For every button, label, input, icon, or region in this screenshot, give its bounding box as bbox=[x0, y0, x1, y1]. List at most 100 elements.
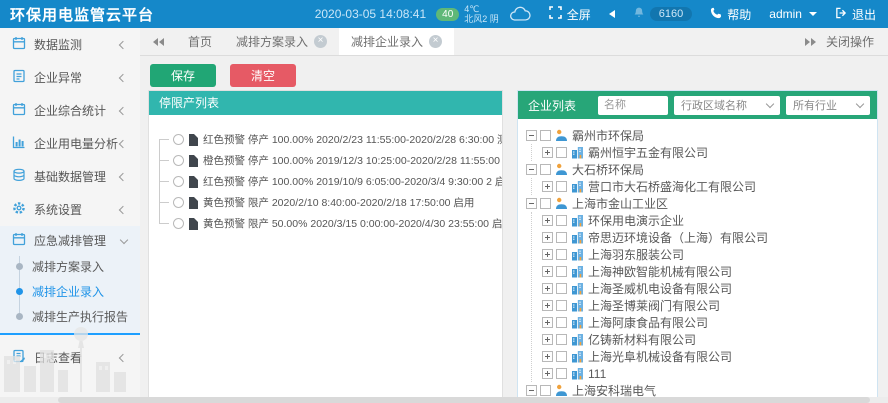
expand-toggle-icon[interactable] bbox=[542, 368, 553, 379]
company-tree-item[interactable]: 大石桥环保局 bbox=[526, 161, 877, 178]
collapse-toggle-icon[interactable] bbox=[526, 130, 537, 141]
radio-icon[interactable] bbox=[173, 176, 184, 187]
company-tree-item[interactable]: 上海光阜机械设备有限公司 bbox=[542, 348, 877, 365]
tab-label: 首页 bbox=[188, 33, 212, 50]
collapse-toggle-icon[interactable] bbox=[526, 385, 537, 396]
logout-button[interactable]: 退出 bbox=[835, 6, 876, 23]
expand-toggle-icon[interactable] bbox=[542, 317, 553, 328]
collapse-toggle-icon[interactable] bbox=[526, 198, 537, 209]
building-icon bbox=[571, 350, 584, 363]
plan-tree-item[interactable]: 橙色预警 停产 100.00% 2019/12/3 10:25:00-2020/… bbox=[159, 150, 502, 171]
gear-icon bbox=[12, 201, 26, 218]
sidebar-item-company-stats[interactable]: 企业综合统计 bbox=[0, 94, 140, 127]
plan-tree-item[interactable]: 黄色预警 限产 2020/2/10 8:40:00-2020/2/18 17:5… bbox=[159, 192, 502, 213]
checkbox-icon[interactable] bbox=[556, 334, 567, 345]
checkbox-icon[interactable] bbox=[540, 385, 551, 396]
region-select[interactable]: 行政区域名称 bbox=[674, 96, 780, 115]
checkbox-icon[interactable] bbox=[556, 368, 567, 379]
plan-tree-item[interactable]: 红色预警 停产 100.00% 2020/2/23 11:55:00-2020/… bbox=[159, 129, 502, 150]
company-tree-item[interactable]: 上海市金山工业区 bbox=[526, 195, 877, 212]
weather-info: 4℃ 北风2 阴 bbox=[464, 4, 499, 24]
tab-company-entry[interactable]: 减排企业录入 × bbox=[339, 28, 454, 55]
close-icon[interactable]: × bbox=[314, 35, 327, 48]
horizontal-scrollbar[interactable] bbox=[0, 397, 888, 403]
company-name-input[interactable] bbox=[598, 96, 668, 115]
expand-toggle-icon[interactable] bbox=[542, 351, 553, 362]
expand-toggle-icon[interactable] bbox=[542, 283, 553, 294]
sidebar-item-data-monitor[interactable]: 数据监测 bbox=[0, 28, 140, 61]
sidebar-item-company-abnormal[interactable]: 企业异常 bbox=[0, 61, 140, 94]
help-button[interactable]: 帮助 bbox=[710, 6, 751, 23]
sidebar-item-base-data[interactable]: 基础数据管理 bbox=[0, 160, 140, 193]
close-icon[interactable]: × bbox=[429, 35, 442, 48]
expand-toggle-icon[interactable] bbox=[542, 249, 553, 260]
industry-select[interactable]: 所有行业 bbox=[786, 96, 870, 115]
company-tree-item[interactable]: 霸州市环保局 bbox=[526, 127, 877, 144]
company-tree-item[interactable]: 111 bbox=[542, 365, 877, 382]
checkbox-icon[interactable] bbox=[556, 283, 567, 294]
expand-toggle-icon[interactable] bbox=[542, 215, 553, 226]
sidebar-item-label: 企业异常 bbox=[34, 69, 82, 86]
company-node-label: 亿铸新材料有限公司 bbox=[588, 331, 696, 348]
checkbox-icon[interactable] bbox=[540, 164, 551, 175]
checkbox-icon[interactable] bbox=[540, 198, 551, 209]
radio-icon[interactable] bbox=[173, 155, 184, 166]
checkbox-icon[interactable] bbox=[556, 317, 567, 328]
tabs-scroll-left-button[interactable] bbox=[140, 28, 176, 55]
close-operations-button[interactable]: 关闭操作 bbox=[805, 28, 888, 55]
checkbox-icon[interactable] bbox=[540, 130, 551, 141]
radio-icon[interactable] bbox=[173, 134, 184, 145]
sidebar-item-power-analysis[interactable]: 企业用电量分析 bbox=[0, 127, 140, 160]
fullscreen-icon bbox=[549, 6, 562, 22]
expand-toggle-icon[interactable] bbox=[542, 334, 553, 345]
expand-toggle-icon[interactable] bbox=[542, 147, 553, 158]
checkbox-icon[interactable] bbox=[556, 266, 567, 277]
clear-button[interactable]: 清空 bbox=[230, 64, 296, 87]
sidebar-item-system-settings[interactable]: 系统设置 bbox=[0, 193, 140, 226]
sidebar-item-company-entry[interactable]: 减排企业录入 bbox=[0, 279, 140, 304]
company-tree-item[interactable]: 上海圣威机电设备有限公司 bbox=[542, 280, 877, 297]
region-select-value: 行政区域名称 bbox=[681, 97, 747, 113]
company-node-label: 营口市大石桥盛海化工有限公司 bbox=[588, 178, 756, 195]
save-button[interactable]: 保存 bbox=[150, 64, 216, 87]
checkbox-icon[interactable] bbox=[556, 249, 567, 260]
company-tree-item[interactable]: 环保用电演示企业 bbox=[542, 212, 877, 229]
notifications-button[interactable]: 6160 bbox=[633, 6, 692, 22]
company-node-label: 111 bbox=[588, 367, 606, 381]
user-menu[interactable]: admin bbox=[769, 7, 817, 21]
checkbox-icon[interactable] bbox=[556, 300, 567, 311]
sidebar-item-emergency-mgmt[interactable]: 应急减排管理 bbox=[0, 226, 140, 254]
company-tree-item[interactable]: 上海阿康食品有限公司 bbox=[542, 314, 877, 331]
expand-toggle-icon[interactable] bbox=[542, 266, 553, 277]
expand-toggle-icon[interactable] bbox=[542, 232, 553, 243]
radio-icon[interactable] bbox=[173, 197, 184, 208]
bullet-icon bbox=[16, 288, 23, 295]
company-tree-item[interactable]: 营口市大石桥盛海化工有限公司 bbox=[542, 178, 877, 195]
collapse-arrow-icon[interactable] bbox=[609, 10, 615, 18]
plan-tree-item[interactable]: 红色预警 停产 100.00% 2019/10/9 6:05:00-2020/3… bbox=[159, 171, 502, 192]
fullscreen-button[interactable]: 全屏 bbox=[549, 6, 591, 23]
scrollbar-thumb[interactable] bbox=[58, 397, 870, 403]
checkbox-icon[interactable] bbox=[556, 215, 567, 226]
company-tree-item[interactable]: 上海圣博莱阀门有限公司 bbox=[542, 297, 877, 314]
plan-item-label: 黄色预警 限产 2020/2/10 8:40:00-2020/2/18 17:5… bbox=[203, 195, 474, 210]
company-tree-item[interactable]: 帝思迈环境设备（上海）有限公司 bbox=[542, 229, 877, 246]
tab-home[interactable]: 首页 bbox=[176, 28, 224, 55]
plan-tree-item[interactable]: 黄色预警 限产 50.00% 2020/3/15 0:00:00-2020/4/… bbox=[159, 213, 502, 234]
collapse-toggle-icon[interactable] bbox=[526, 164, 537, 175]
company-tree-item[interactable]: 上海羽东服装公司 bbox=[542, 246, 877, 263]
checkbox-icon[interactable] bbox=[556, 351, 567, 362]
radio-icon[interactable] bbox=[173, 218, 184, 229]
expand-toggle-icon[interactable] bbox=[542, 181, 553, 192]
checkbox-icon[interactable] bbox=[556, 181, 567, 192]
company-tree-item[interactable]: 亿铸新材料有限公司 bbox=[542, 331, 877, 348]
company-panel-header: 企业列表 行政区域名称 所有行业 bbox=[518, 91, 877, 119]
expand-toggle-icon[interactable] bbox=[542, 300, 553, 311]
company-tree-item[interactable]: 上海神欧智能机械有限公司 bbox=[542, 263, 877, 280]
checkbox-icon[interactable] bbox=[556, 232, 567, 243]
tab-plan-entry[interactable]: 减排方案录入 × bbox=[224, 28, 339, 55]
checkbox-icon[interactable] bbox=[556, 147, 567, 158]
sidebar-item-label: 企业综合统计 bbox=[34, 102, 106, 119]
sidebar-item-plan-entry[interactable]: 减排方案录入 bbox=[0, 254, 140, 279]
company-tree-item[interactable]: 霸州恒宇五金有限公司 bbox=[542, 144, 877, 161]
